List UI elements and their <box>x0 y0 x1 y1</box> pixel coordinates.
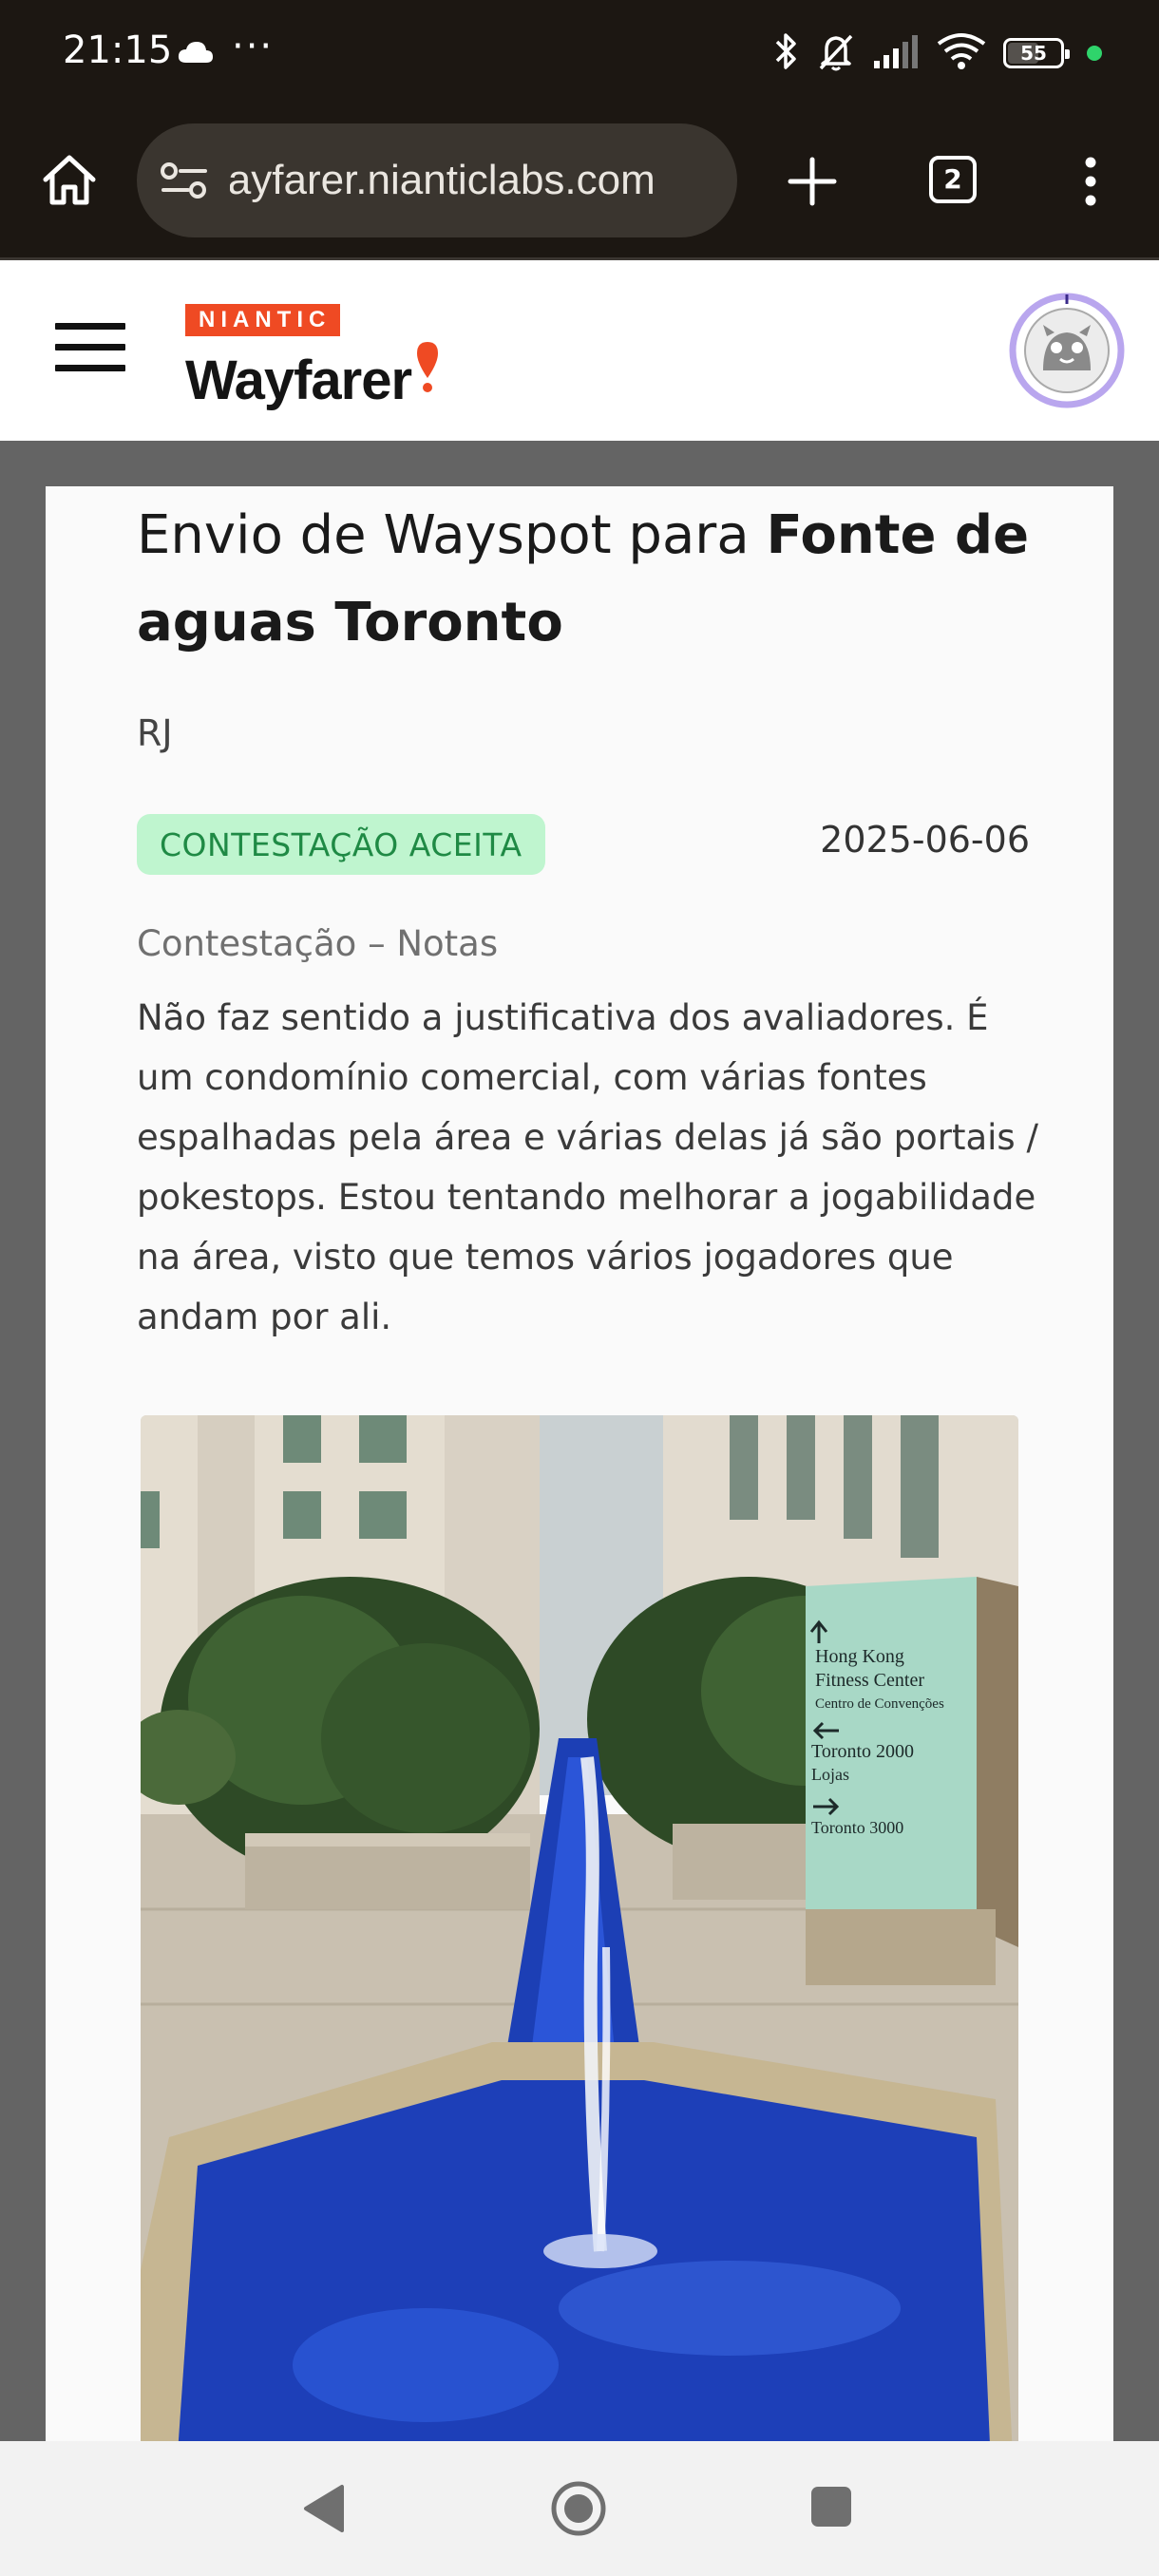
hamburger-menu-icon[interactable] <box>55 323 125 376</box>
status-icons: 55 <box>771 27 1102 80</box>
submission-title: Envio de Wayspot para Fonte de aguas Tor… <box>137 492 1049 667</box>
site-header: NIANTIC Wayfarer <box>0 260 1159 441</box>
sign-line-5: Lojas <box>811 1765 849 1784</box>
signal-icon <box>872 32 920 74</box>
mute-bell-icon <box>817 30 855 76</box>
wayfarer-logo[interactable]: NIANTIC Wayfarer <box>185 304 440 412</box>
url-value: wayfarer.nianticlabs.com <box>230 157 656 203</box>
sign-line-4: Toronto 2000 <box>811 1741 914 1762</box>
new-tab-button[interactable] <box>781 150 844 213</box>
privacy-indicator-dot <box>1087 46 1102 61</box>
plus-icon <box>788 157 837 206</box>
more-vert-icon <box>1085 157 1096 206</box>
status-time: 21:15 <box>63 28 173 72</box>
bluetooth-icon <box>771 30 800 76</box>
sign-line-1: Hong Kong <box>815 1646 904 1667</box>
url-text[interactable]: wayfarer.nianticlabs.com <box>230 152 724 209</box>
back-icon[interactable] <box>302 2483 346 2538</box>
sign-line-6: Toronto 3000 <box>811 1818 903 1837</box>
notes-text: Não faz sentido a justificativa dos aval… <box>137 997 1038 1337</box>
submission-card: Envio de Wayspot para Fonte de aguas Tor… <box>46 486 1113 2576</box>
notes-label: Contestação – Notas <box>137 923 499 964</box>
logo-wayfarer-text: Wayfarer <box>185 350 412 411</box>
user-avatar[interactable] <box>1009 293 1125 408</box>
wayspot-photo[interactable]: Hong Kong Fitness Center Centro de Conve… <box>141 1415 1018 2576</box>
browser-toolbar: wayfarer.nianticlabs.com 2 <box>0 106 1159 260</box>
logo-wordmark: Wayfarer <box>185 340 440 412</box>
status-bar: 21:15 ··· 55 <box>0 0 1159 106</box>
battery-icon: 55 <box>1003 38 1070 68</box>
submission-location: RJ <box>137 712 173 754</box>
sign-line-2: Fitness Center <box>815 1670 924 1691</box>
map-pin-icon <box>415 340 440 407</box>
home-icon <box>43 155 96 205</box>
wifi-icon <box>937 32 986 74</box>
status-badge: CONTESTAÇÃO ACEITA <box>137 814 545 875</box>
home-circle-icon[interactable] <box>549 2479 608 2542</box>
browser-menu-button[interactable] <box>1072 150 1110 213</box>
recents-icon[interactable] <box>811 2487 851 2527</box>
cloud-icon <box>177 40 215 68</box>
logo-niantic-label: NIANTIC <box>185 304 341 336</box>
address-bar[interactable]: wayfarer.nianticlabs.com <box>137 123 737 237</box>
notification-dots: ··· <box>232 25 275 68</box>
site-settings-icon[interactable] <box>160 158 209 207</box>
battery-level: 55 <box>1020 42 1047 65</box>
submission-date: 2025-06-06 <box>820 819 1030 861</box>
tab-switcher-button[interactable]: 2 <box>929 156 977 203</box>
sign-line-3: Centro de Convenções <box>815 1696 944 1712</box>
tab-count: 2 <box>943 163 962 195</box>
title-prefix: Envio de Wayspot para <box>137 504 767 566</box>
home-button[interactable] <box>38 149 101 212</box>
system-nav-bar <box>0 2441 1159 2576</box>
